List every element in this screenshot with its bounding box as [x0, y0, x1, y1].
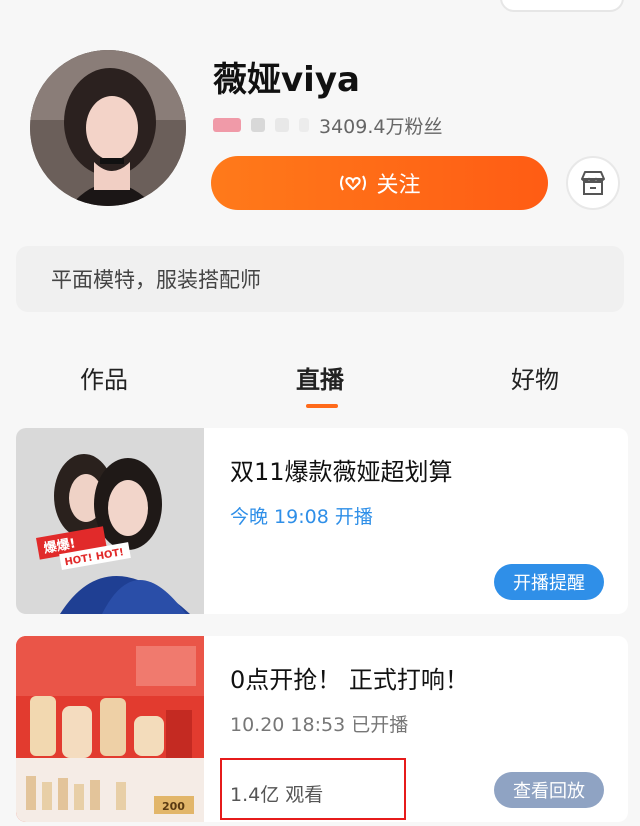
highlight-box [220, 758, 406, 820]
tab-bar: 作品 直播 好物 [0, 360, 640, 412]
follow-label: 关注 [376, 173, 421, 198]
blurred-info [213, 118, 241, 132]
live-card[interactable]: 200 0点开抢！ 正式打响！ 10.20 18:53 已开播 1.4亿 观看 … [16, 636, 628, 822]
fans-row: 3409.4万粉丝 [213, 112, 442, 138]
avatar[interactable] [30, 50, 186, 206]
avatar-image [30, 50, 186, 206]
thumbnail-image: 200 [16, 636, 204, 822]
profile-header: 薇娅viya 3409.4万粉丝 关注 [0, 0, 640, 240]
active-tab-indicator [306, 404, 338, 408]
blurred-info [251, 118, 265, 132]
live-heart-icon [340, 175, 367, 191]
thumbnail-image: 爆爆! HOT! HOT! [16, 428, 204, 614]
thumb-price-tag: 200 [162, 800, 185, 813]
tab-works[interactable]: 作品 [80, 360, 128, 395]
follow-button[interactable]: 关注 [211, 156, 548, 210]
fans-count: 3409.4万粉丝 [319, 115, 443, 138]
live-time: 今晚 19:08 开播 [230, 506, 373, 528]
live-title: 双11爆款薇娅超划算 [230, 458, 453, 486]
live-card[interactable]: 爆爆! HOT! HOT! 双11爆款薇娅超划算 今晚 19:08 开播 开播提… [16, 428, 628, 614]
live-thumbnail: 爆爆! HOT! HOT! [16, 428, 204, 614]
profile-name: 薇娅viya [213, 60, 360, 100]
remind-button[interactable]: 开播提醒 [494, 564, 604, 600]
blurred-info [299, 118, 309, 132]
store-icon [581, 171, 605, 195]
blurred-info [275, 118, 289, 132]
tab-live[interactable]: 直播 [296, 360, 344, 395]
live-title: 0点开抢！ 正式打响！ [230, 666, 469, 694]
bio-box: 平面模特，服装搭配师 [16, 246, 624, 312]
live-thumbnail: 200 [16, 636, 204, 822]
live-time: 10.20 18:53 已开播 [230, 714, 409, 736]
bio-text: 平面模特，服装搭配师 [51, 268, 261, 292]
shop-button[interactable] [566, 156, 620, 210]
tab-goods[interactable]: 好物 [511, 360, 559, 395]
replay-button[interactable]: 查看回放 [494, 772, 604, 808]
